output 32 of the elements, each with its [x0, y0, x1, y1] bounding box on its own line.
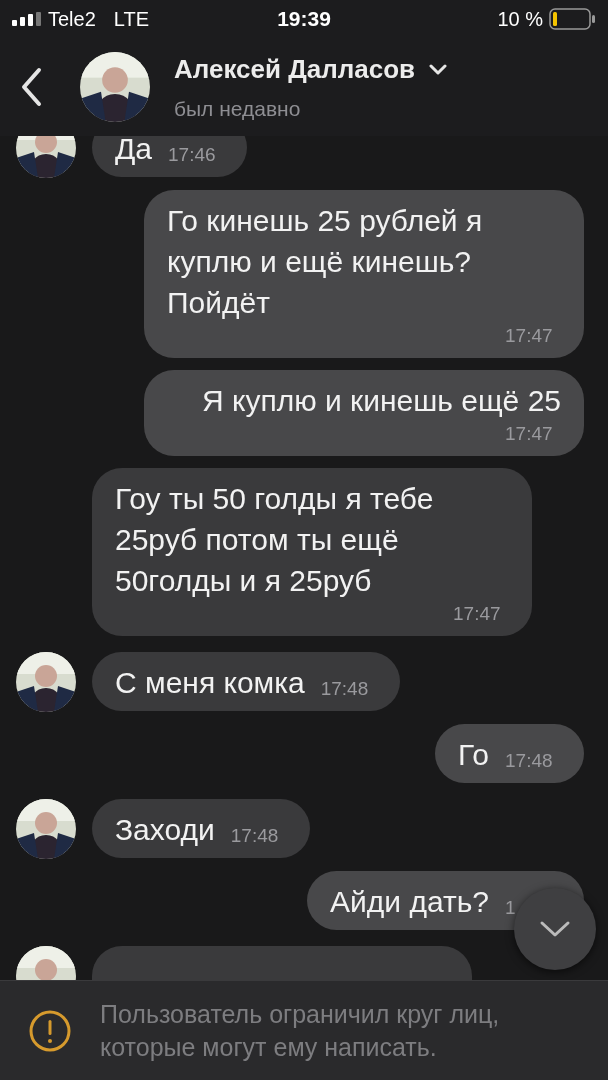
- message-text: С меня комка: [115, 665, 305, 701]
- message-time: 17:46: [168, 144, 216, 165]
- message-text: Я куплю и кинешь ещё 25: [201, 383, 561, 419]
- message-time: 1: [505, 897, 516, 918]
- carrier-name: Tele2: [48, 7, 96, 32]
- message-text: Да: [115, 136, 152, 167]
- message-time: 17:47: [505, 423, 553, 444]
- message-text: Го: [458, 737, 489, 773]
- warning-icon: [28, 1008, 72, 1053]
- message-text: Го кинешь 25 рублей я куплю и ещё кинешь? Пойдёт: [167, 203, 484, 321]
- avatar: [16, 799, 76, 859]
- contact-name[interactable]: Алексей Далласов: [174, 49, 415, 89]
- message-time: 17:47: [505, 325, 553, 346]
- clock: 19:39: [277, 6, 331, 33]
- message-text: Айди дать?: [330, 884, 489, 920]
- restriction-notice: Пользователь ограничил круг лиц, которые могут ему написать.: [100, 998, 501, 1063]
- last-seen-status: был недавно: [174, 95, 302, 122]
- battery-percent: 10 %: [497, 7, 543, 32]
- message-text: Гоу ты 50 голды я тебе 25руб потом ты ещё 50голды и я 25руб: [115, 481, 435, 599]
- avatar: [16, 652, 76, 712]
- message-time: 17:48: [230, 825, 279, 846]
- chevron-down-icon[interactable]: [429, 63, 447, 75]
- message-time: 17:48: [505, 750, 553, 771]
- signal-icon: [12, 12, 42, 26]
- message-time: 17:47: [453, 603, 501, 624]
- chevron-down-icon: [539, 920, 571, 938]
- network-type: LTE: [113, 7, 149, 32]
- message-time: 17:48: [320, 678, 369, 699]
- message-text: Заходи: [115, 812, 215, 848]
- back-icon: [20, 67, 42, 107]
- avatar: [16, 136, 76, 178]
- battery-icon: [549, 8, 596, 30]
